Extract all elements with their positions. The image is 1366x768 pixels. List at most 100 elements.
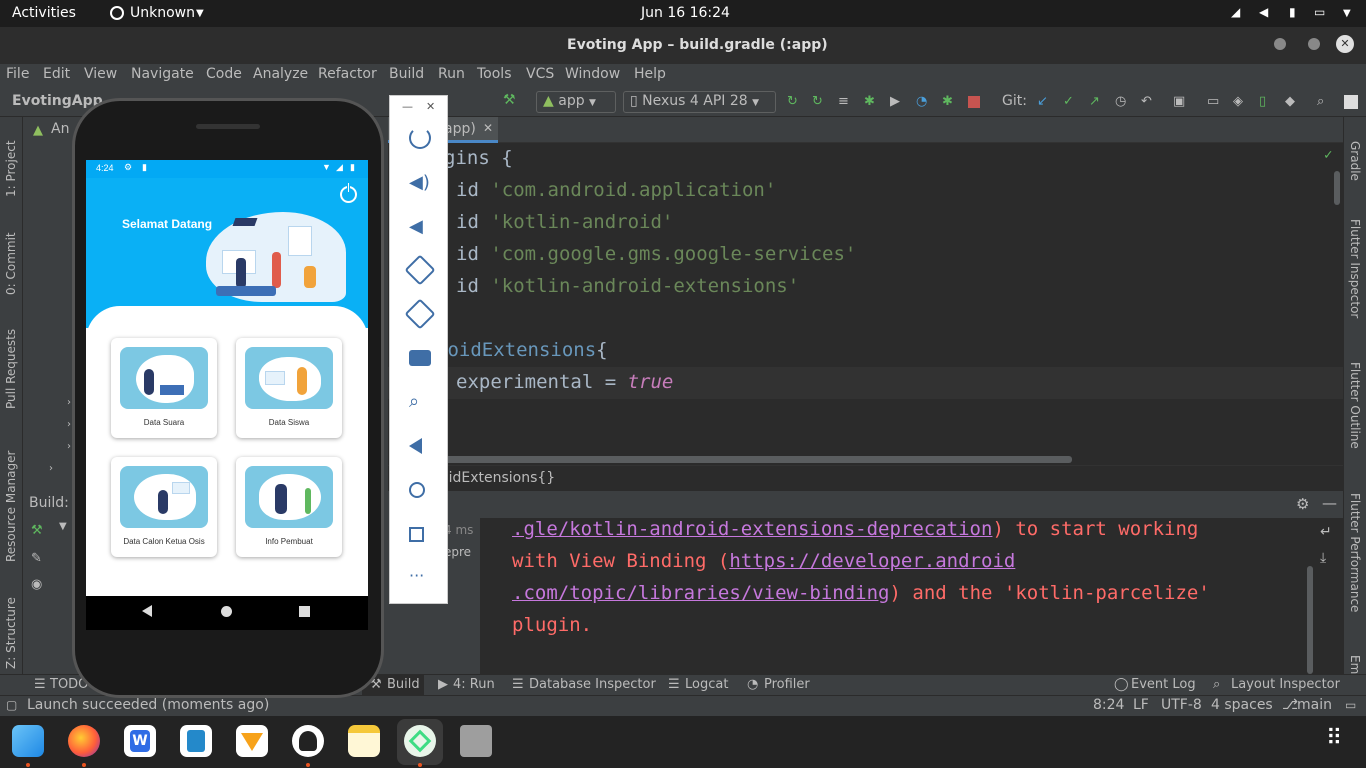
home-icon[interactable]	[409, 482, 425, 498]
tab-flutter-inspector[interactable]: Flutter Inspector	[1348, 219, 1362, 318]
sdk-manager-icon[interactable]: ◈	[1233, 94, 1249, 110]
close-tab-icon[interactable]: ✕	[483, 121, 493, 135]
tab-event-log[interactable]: Event Log	[1131, 677, 1196, 692]
tree-expand-icon[interactable]: ›	[67, 419, 71, 430]
battery-icon[interactable]: ▭	[1314, 5, 1325, 19]
menu-card-data-suara[interactable]: Data Suara	[111, 338, 217, 438]
code-editor[interactable]: gins { id 'com.android.application' id '…	[388, 143, 1343, 465]
chevron-down-icon[interactable]: ▼	[59, 521, 67, 532]
menu-view[interactable]: View	[84, 66, 117, 82]
disk-utility-icon[interactable]	[460, 725, 492, 757]
wps-office-icon[interactable]: W	[124, 725, 156, 757]
stop-icon[interactable]	[968, 96, 980, 108]
microphone-icon[interactable]: ▮	[1289, 5, 1296, 19]
git-update-icon[interactable]: ↙	[1037, 94, 1053, 110]
horizontal-scrollbar[interactable]	[428, 456, 1072, 463]
rerun-icon[interactable]: ≡	[838, 94, 854, 110]
show-apps-icon[interactable]: ⠿	[1326, 726, 1342, 751]
tree-expand-icon[interactable]: ›	[49, 463, 53, 474]
overview-icon[interactable]	[409, 527, 424, 542]
clock[interactable]: Jun 16 16:24	[641, 5, 730, 21]
menu-help[interactable]: Help	[634, 66, 666, 82]
apply-changes-icon[interactable]: ↻	[787, 94, 803, 110]
sketch-icon[interactable]	[236, 725, 268, 757]
tab-run[interactable]: 4: Run	[453, 677, 495, 692]
hide-panel-icon[interactable]: —	[1322, 494, 1337, 512]
pin-icon[interactable]: ✎	[31, 551, 42, 566]
notes-icon[interactable]	[348, 725, 380, 757]
tab-resource-manager[interactable]: Resource Manager	[4, 451, 18, 562]
minimize-icon[interactable]	[1274, 38, 1286, 50]
maximize-icon[interactable]	[1308, 38, 1320, 50]
project-structure-icon[interactable]: ▣	[1173, 94, 1189, 110]
more-icon[interactable]: ···	[409, 566, 431, 588]
toggle-tool-windows-icon[interactable]: ▢	[6, 698, 17, 712]
vscode-icon[interactable]	[180, 725, 212, 757]
avd-manager-icon[interactable]: ▭	[1207, 94, 1223, 110]
android-studio-icon[interactable]	[404, 725, 436, 757]
recents-icon[interactable]	[299, 606, 310, 617]
profile-icon[interactable]: ◔	[916, 94, 932, 110]
wifi-icon[interactable]: ◢	[1231, 5, 1240, 19]
inkscape-icon[interactable]	[292, 725, 324, 757]
menu-navigate[interactable]: Navigate	[131, 66, 194, 82]
tab-layout-inspector[interactable]: Layout Inspector	[1231, 677, 1340, 692]
tree-expand-icon[interactable]: ›	[67, 397, 71, 408]
run-config-select[interactable]: ▲ app ▼	[536, 91, 616, 113]
tab-pull-requests[interactable]: Pull Requests	[4, 329, 18, 409]
emulator-screen[interactable]: 4:24 ⚙ ▮ ▼ ◢ ▮ Selamat Datang Data Suara	[86, 160, 368, 630]
tab-structure[interactable]: Z: Structure	[4, 597, 18, 669]
power-icon[interactable]	[409, 127, 431, 149]
menu-card-data-calon-ketua-osis[interactable]: Data Calon Ketua Osis	[111, 457, 217, 557]
console-scrollbar[interactable]	[1307, 566, 1313, 674]
menu-run[interactable]: Run	[438, 66, 465, 82]
activities-button[interactable]: Activities	[12, 5, 76, 21]
rotate-right-icon[interactable]	[404, 298, 436, 330]
breadcrumb-item[interactable]: oidExtensions{}	[440, 470, 555, 486]
scroll-to-end-icon[interactable]: ⤓	[1320, 550, 1326, 566]
tree-expand-icon[interactable]: ›	[67, 441, 71, 452]
history-icon[interactable]: ◷	[1115, 94, 1131, 110]
menu-edit[interactable]: Edit	[43, 66, 70, 82]
sync-gradle-icon[interactable]: ◆	[1285, 94, 1301, 110]
status-message[interactable]: Launch succeeded (moments ago)	[27, 697, 269, 713]
device-select[interactable]: ▯ Nexus 4 API 28 ▼	[623, 91, 776, 113]
menu-vcs[interactable]: VCS	[526, 66, 554, 82]
menu-code[interactable]: Code	[206, 66, 242, 82]
finder-icon[interactable]	[12, 725, 44, 757]
no-problems-check-icon[interactable]: ✓	[1324, 147, 1332, 163]
account-icon[interactable]	[1344, 95, 1358, 109]
system-menu-chevron-icon[interactable]: ▼	[1343, 8, 1351, 19]
git-commit-icon[interactable]: ✓	[1063, 94, 1079, 110]
rotate-left-icon[interactable]	[404, 254, 436, 286]
vertical-scrollbar[interactable]	[1334, 171, 1340, 205]
eye-icon[interactable]: ◉	[31, 577, 42, 592]
firefox-icon[interactable]	[68, 725, 100, 757]
tab-database-inspector[interactable]: Database Inspector	[529, 677, 656, 692]
tab-gradle[interactable]: Gradle	[1348, 141, 1362, 181]
screenshot-camera-icon[interactable]	[409, 350, 431, 366]
gear-icon[interactable]: ⚙	[1296, 495, 1309, 513]
git-push-icon[interactable]: ↗	[1089, 94, 1105, 110]
hammer-icon[interactable]: ⚒	[31, 523, 43, 538]
menu-build[interactable]: Build	[389, 66, 424, 82]
search-icon[interactable]: ⌕	[1317, 94, 1333, 110]
device-manager-icon[interactable]: ▯	[1259, 94, 1275, 110]
menu-analyze[interactable]: Analyze	[253, 66, 308, 82]
volume-up-icon[interactable]: ◀)	[409, 172, 431, 194]
menu-window[interactable]: Window	[565, 66, 620, 82]
tab-flutter-performance[interactable]: Flutter Performance	[1348, 493, 1362, 612]
close-icon[interactable]: ✕	[1336, 35, 1354, 53]
tab-commit[interactable]: 0: Commit	[4, 232, 18, 295]
app-menu[interactable]: Unknown	[130, 5, 195, 21]
tab-emulator[interactable]: Em	[1348, 655, 1362, 674]
apply-code-changes-icon[interactable]: ↻	[812, 94, 828, 110]
menu-tools[interactable]: Tools	[477, 66, 512, 82]
volume-icon[interactable]: ◀	[1259, 5, 1268, 19]
memory-indicator-icon[interactable]: ▭	[1345, 698, 1356, 712]
logout-power-icon[interactable]	[340, 183, 357, 203]
zoom-icon[interactable]: ⌕	[409, 391, 431, 413]
caret-position[interactable]: 8:24	[1093, 697, 1124, 713]
hammer-icon[interactable]: ⚒	[503, 92, 519, 108]
back-icon[interactable]	[142, 605, 152, 617]
